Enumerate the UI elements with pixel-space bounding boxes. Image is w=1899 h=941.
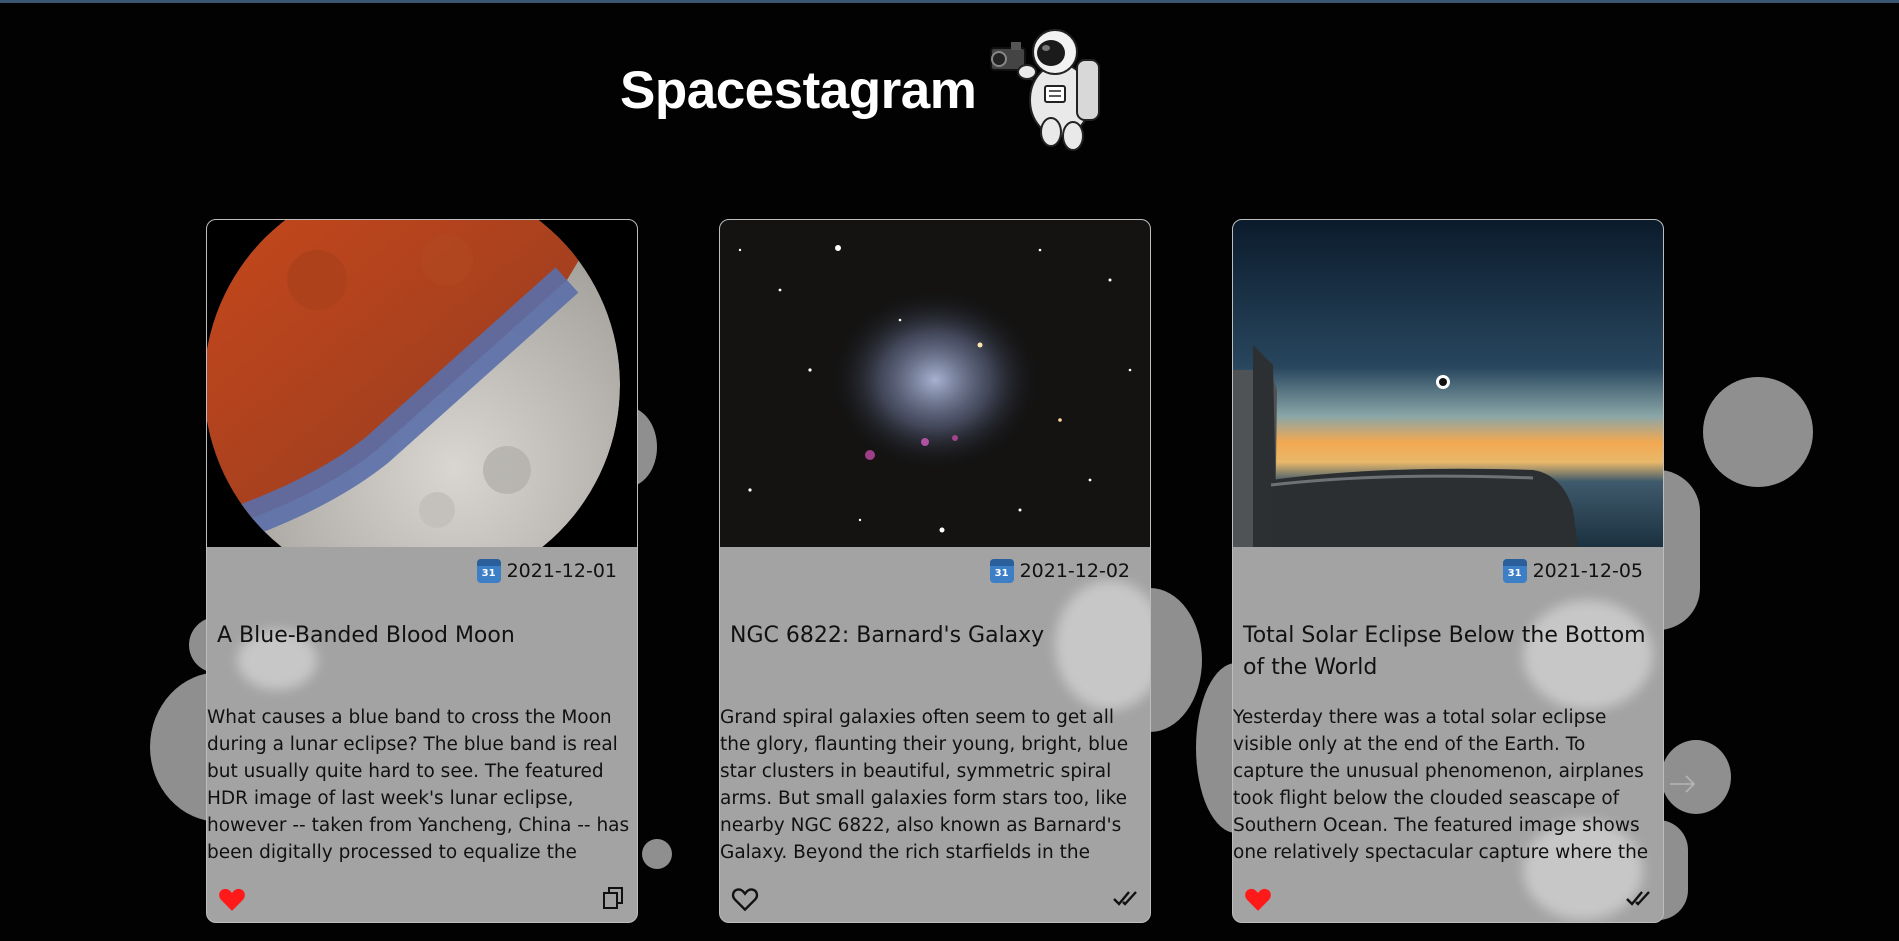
astronaut-photographer-icon — [985, 20, 1115, 152]
calendar-icon: 31 — [989, 559, 1014, 583]
like-button[interactable] — [1243, 886, 1273, 912]
like-button[interactable] — [217, 886, 247, 912]
mark-seen-button[interactable] — [1625, 886, 1653, 910]
app-title: Spacestagram — [620, 61, 977, 120]
double-check-icon — [1113, 891, 1137, 906]
post-description: What causes a blue band to cross the Moo… — [207, 707, 630, 863]
heart-outline-icon — [731, 888, 759, 912]
solar-eclipse-photo — [1233, 220, 1663, 547]
post-description: Yesterday there was a total solar eclips… — [1233, 707, 1649, 863]
top-accent-line — [0, 0, 1899, 3]
galaxy-photo — [720, 220, 1150, 547]
post-card: 31 2021-12-02 NGC 6822: Barnard's Galaxy… — [719, 219, 1151, 923]
post-title: A Blue-Banded Blood Moon — [217, 623, 515, 648]
double-check-icon — [1626, 891, 1650, 906]
date-text: 2021-12-01 — [506, 560, 617, 582]
post-card: 31 2021-12-01 A Blue-Banded Blood Moon W… — [206, 219, 638, 923]
calendar-icon: 31 — [1502, 559, 1527, 583]
copy-icon — [603, 887, 623, 909]
heart-filled-icon — [219, 888, 245, 911]
bg-bubble — [1703, 377, 1813, 487]
post-title: Total Solar Eclipse Below the Bottom of … — [1243, 623, 1646, 680]
post-date: 31 2021-12-05 — [1502, 557, 1643, 585]
post-card: 31 2021-12-05 Total Solar Eclipse Below … — [1232, 219, 1664, 923]
mark-seen-button[interactable] — [1112, 886, 1140, 910]
bg-bubble — [1658, 470, 1700, 630]
next-arrow-icon[interactable] — [1666, 767, 1700, 801]
date-text: 2021-12-05 — [1532, 560, 1643, 582]
like-button[interactable] — [730, 886, 760, 912]
app-header: Spacestagram — [620, 20, 1120, 152]
calendar-icon: 31 — [476, 559, 501, 583]
bg-bubble — [642, 839, 672, 869]
copy-button[interactable] — [599, 886, 627, 910]
date-text: 2021-12-02 — [1019, 560, 1130, 582]
blood-moon-photo — [207, 220, 637, 547]
post-date: 31 2021-12-02 — [989, 557, 1130, 585]
post-date: 31 2021-12-01 — [476, 557, 617, 585]
post-title: NGC 6822: Barnard's Galaxy — [730, 623, 1045, 648]
heart-filled-icon — [1245, 888, 1271, 911]
post-description: Grand spiral galaxies often seem to get … — [720, 707, 1129, 863]
